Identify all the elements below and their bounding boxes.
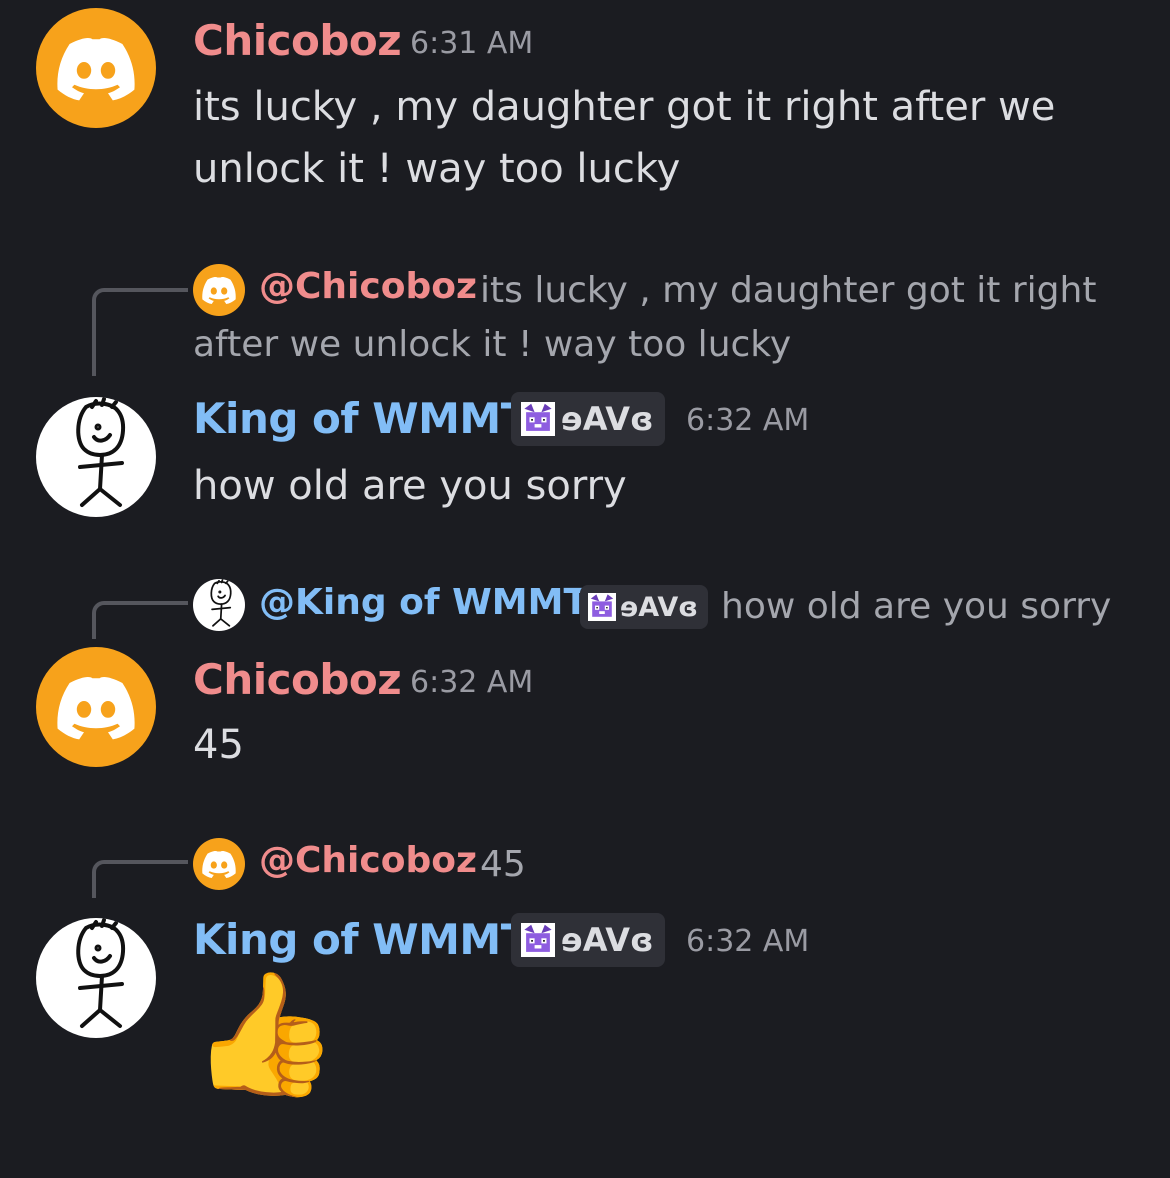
guild-tag[interactable]: ɘAVɞ (511, 392, 666, 446)
author-name[interactable]: Chicoboz (193, 655, 402, 704)
reply-preview-line[interactable]: after we unlock it ! way too lucky (193, 318, 791, 372)
author-name[interactable]: King of WMMT (193, 915, 529, 964)
reply-mention[interactable]: @Chicoboz (259, 840, 477, 881)
guild-tag[interactable]: ɘAVɞ (511, 913, 666, 967)
guild-tag-label: ɘAVɞ (620, 591, 699, 623)
reply-mention[interactable]: @Chicoboz (259, 266, 477, 307)
discord-logo-icon (193, 264, 245, 316)
discord-logo-icon (36, 647, 156, 767)
avatar-chicoboz[interactable] (36, 647, 156, 767)
message-text: how old are you sorry (193, 463, 627, 509)
guild-tag[interactable]: ɘAVɞ (580, 585, 709, 629)
stick-figure-icon (193, 579, 245, 631)
avatar-king-of-wmmt[interactable] (36, 918, 156, 1038)
reply-preview[interactable]: how old are you sorry (721, 580, 1111, 634)
timestamp: 6:32 AM (410, 665, 534, 700)
purple-cat-icon (521, 402, 555, 436)
purple-cat-icon (588, 593, 616, 621)
reply-spine (92, 601, 188, 639)
timestamp: 6:32 AM (686, 403, 810, 438)
reply-spine (92, 288, 188, 376)
guild-tag-label: ɘAVɞ (561, 400, 654, 438)
author-name[interactable]: King of WMMT (193, 394, 529, 443)
avatar-chicoboz[interactable] (36, 8, 156, 128)
thumbs-up-emoji: 👍 (190, 965, 340, 1104)
stick-figure-icon (36, 918, 156, 1038)
reply-preview[interactable]: 45 (480, 838, 526, 892)
reply-avatar[interactable] (193, 838, 245, 890)
author-name[interactable]: Chicoboz (193, 16, 402, 65)
message-line: its lucky , my daughter got it right aft… (193, 84, 1056, 130)
avatar-king-of-wmmt[interactable] (36, 397, 156, 517)
discord-logo-icon (36, 8, 156, 128)
guild-tag-label: ɘAVɞ (561, 921, 654, 959)
reply-spine (92, 860, 188, 898)
timestamp: 6:31 AM (410, 26, 534, 61)
timestamp: 6:32 AM (686, 924, 810, 959)
message-text: 45 (193, 722, 244, 768)
reply-avatar[interactable] (193, 264, 245, 316)
stick-figure-icon (36, 397, 156, 517)
purple-cat-icon (521, 923, 555, 957)
message-text: its lucky , my daughter got it right aft… (193, 76, 1133, 200)
reply-avatar[interactable] (193, 579, 245, 631)
discord-logo-icon (193, 838, 245, 890)
reply-preview-line[interactable]: its lucky , my daughter got it right (480, 264, 1096, 318)
reply-mention[interactable]: @King of WMMT (259, 582, 588, 623)
message-line: unlock it ! way too lucky (193, 146, 681, 192)
